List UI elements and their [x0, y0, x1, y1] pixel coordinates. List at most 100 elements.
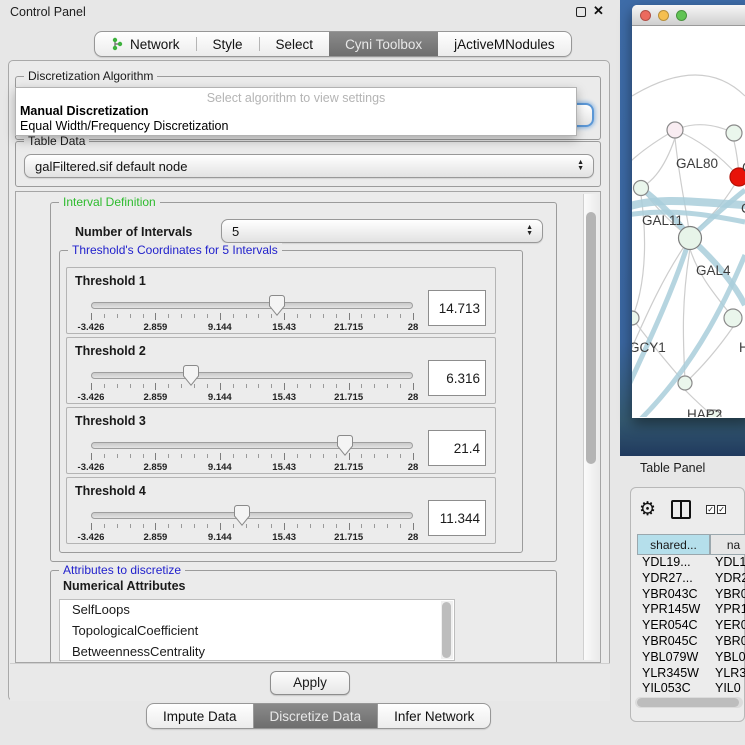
- table-cell[interactable]: YBR0: [710, 634, 745, 650]
- table-row[interactable]: YER054CYER0: [637, 618, 745, 634]
- tab-network[interactable]: Network: [95, 32, 196, 56]
- table-cell[interactable]: YLR3: [710, 666, 745, 682]
- network-node[interactable]: [678, 376, 692, 390]
- tab-impute-data[interactable]: Impute Data: [147, 704, 253, 728]
- table-column-header[interactable]: shared...: [637, 534, 710, 555]
- network-node[interactable]: [679, 227, 702, 250]
- algorithm-popup-item[interactable]: Equal Width/Frequency Discretization: [16, 119, 576, 134]
- apply-strip: Apply: [10, 663, 610, 701]
- table-cell[interactable]: YIL053C: [637, 681, 710, 697]
- table-cell[interactable]: YBR0: [710, 587, 745, 603]
- slider-track[interactable]: [91, 372, 413, 379]
- table-cell[interactable]: YBR043C: [637, 587, 710, 603]
- table-row[interactable]: YBR045CYBR0: [637, 634, 745, 650]
- table-row[interactable]: YDR27...YDR2: [637, 571, 745, 587]
- tab-select[interactable]: Select: [260, 32, 330, 56]
- threshold-panel: Threshold 4-3.4262.8599.14415.4321.71528…: [66, 477, 496, 544]
- table-cell[interactable]: YER054C: [637, 618, 710, 634]
- table-cell[interactable]: YDR2: [710, 571, 745, 587]
- network-view-window[interactable]: GAL80GACGAL11GAL4GCY1HHAP2: [632, 5, 745, 418]
- tab-jactivemnodules[interactable]: jActiveMNodules: [438, 32, 571, 56]
- threshold-slider[interactable]: -3.4262.8599.14415.4321.71528: [91, 510, 413, 540]
- table-cell[interactable]: YDL19...: [637, 555, 710, 571]
- settings-scrollbar[interactable]: [583, 194, 598, 660]
- numerical-attributes-list[interactable]: SelfLoopsTopologicalCoefficientBetweenne…: [59, 599, 455, 661]
- zoom-traffic-icon[interactable]: [676, 10, 687, 21]
- threshold-value-field[interactable]: 14.713: [428, 290, 486, 326]
- network-edge[interactable]: [641, 138, 675, 188]
- attribute-list-item[interactable]: BetweennessCentrality: [60, 642, 454, 661]
- network-edge[interactable]: [675, 125, 734, 133]
- table-row[interactable]: YLR345WYLR3: [637, 666, 745, 682]
- threshold-value-field[interactable]: 11.344: [428, 500, 486, 536]
- network-node[interactable]: [726, 125, 742, 141]
- tab-cyni-toolbox[interactable]: Cyni Toolbox: [329, 32, 438, 56]
- network-edge[interactable]: [632, 130, 675, 170]
- table-cell[interactable]: YIL0: [710, 681, 745, 697]
- table-cell[interactable]: YDR27...: [637, 571, 710, 587]
- table-horizontal-scrollbar-thumb[interactable]: [637, 698, 739, 707]
- tab-label: jActiveMNodules: [454, 37, 555, 52]
- cyni-toolbox-panel: Discretization Algorithm Table Data galF…: [8, 60, 610, 701]
- tab-discretize-data[interactable]: Discretize Data: [253, 704, 378, 728]
- table-column-header[interactable]: na: [710, 534, 745, 555]
- network-node[interactable]: [667, 122, 683, 138]
- minimize-traffic-icon[interactable]: [658, 10, 669, 21]
- threshold-value-field[interactable]: 6.316: [428, 360, 486, 396]
- attribute-list-item[interactable]: SelfLoops: [60, 600, 454, 621]
- network-node[interactable]: [634, 181, 649, 196]
- network-node[interactable]: [724, 309, 742, 327]
- table-data-select[interactable]: galFiltered.sif default node ▲▼: [24, 154, 594, 178]
- threshold-slider[interactable]: -3.4262.8599.14415.4321.71528: [91, 300, 413, 330]
- attributes-scrollbar-thumb[interactable]: [442, 602, 451, 658]
- threshold-value-field[interactable]: 21.4: [428, 430, 486, 466]
- threshold-label: Threshold 1: [75, 274, 146, 288]
- control-panel-titlebar: Control Panel ✕: [0, 0, 620, 24]
- close-icon[interactable]: ✕: [593, 3, 604, 19]
- table-cell[interactable]: YBL0: [710, 650, 745, 666]
- table-row[interactable]: YBR043CYBR0: [637, 587, 745, 603]
- table-cell[interactable]: YPR145W: [637, 602, 710, 618]
- columns-icon[interactable]: [671, 500, 691, 519]
- network-canvas[interactable]: GAL80GACGAL11GAL4GCY1HHAP2: [632, 26, 745, 417]
- select-columns-icons[interactable]: ✓ ✓: [706, 505, 726, 514]
- table-cell[interactable]: YLR345W: [637, 666, 710, 682]
- table-cell[interactable]: YBR045C: [637, 634, 710, 650]
- cyni-bottom-tabbar: Impute DataDiscretize Data Infer Network: [146, 703, 491, 729]
- table-row[interactable]: YDL19...YDL1: [637, 555, 745, 571]
- threshold-slider[interactable]: -3.4262.8599.14415.4321.71528: [91, 440, 413, 470]
- slider-track[interactable]: [91, 442, 413, 449]
- float-window-icon[interactable]: [576, 7, 586, 17]
- table-cell[interactable]: YDL1: [710, 555, 745, 571]
- table-cell[interactable]: YPR1: [710, 602, 745, 618]
- network-node[interactable]: [632, 311, 639, 325]
- apply-button[interactable]: Apply: [270, 671, 350, 695]
- threshold-panel: Threshold 1 -3.4262.8599.14415.4321.71528…: [66, 267, 496, 334]
- tab-label: Select: [276, 37, 314, 52]
- threshold-panel: Threshold 3-3.4262.8599.14415.4321.71528…: [66, 407, 496, 474]
- slider-track[interactable]: [91, 512, 413, 519]
- network-window-titlebar[interactable]: [632, 5, 745, 26]
- numerical-attributes-label: Numerical Attributes: [63, 579, 185, 593]
- settings-scrollbar-thumb[interactable]: [586, 212, 596, 464]
- slider-track[interactable]: [91, 302, 413, 309]
- table-row[interactable]: YIL053CYIL0: [637, 681, 745, 697]
- network-edge[interactable]: [632, 75, 745, 96]
- table-horizontal-scrollbar[interactable]: [635, 697, 743, 708]
- network-node-label: GAL11: [642, 213, 683, 228]
- close-traffic-icon[interactable]: [640, 10, 651, 21]
- table-cell[interactable]: YBL079W: [637, 650, 710, 666]
- table-cell[interactable]: YER0: [710, 618, 745, 634]
- threshold-slider[interactable]: -3.4262.8599.14415.4321.71528: [91, 370, 413, 400]
- attributes-scrollbar[interactable]: [441, 601, 453, 659]
- table-row[interactable]: YPR145WYPR1: [637, 602, 745, 618]
- tab-style[interactable]: Style: [197, 32, 259, 56]
- gear-icon[interactable]: ⚙: [639, 500, 656, 519]
- tab-infer-network[interactable]: Infer Network: [377, 704, 490, 728]
- algorithm-popup-item[interactable]: Manual Discretization: [16, 104, 576, 119]
- tab-label: Infer Network: [394, 709, 474, 724]
- control-panel-tabbar: NetworkStyle Select Cyni Toolbox jActiveMNo…: [94, 31, 572, 57]
- number-of-intervals-select[interactable]: 5 ▲▼: [221, 219, 543, 243]
- table-row[interactable]: YBL079WYBL0: [637, 650, 745, 666]
- attribute-list-item[interactable]: TopologicalCoefficient: [60, 621, 454, 642]
